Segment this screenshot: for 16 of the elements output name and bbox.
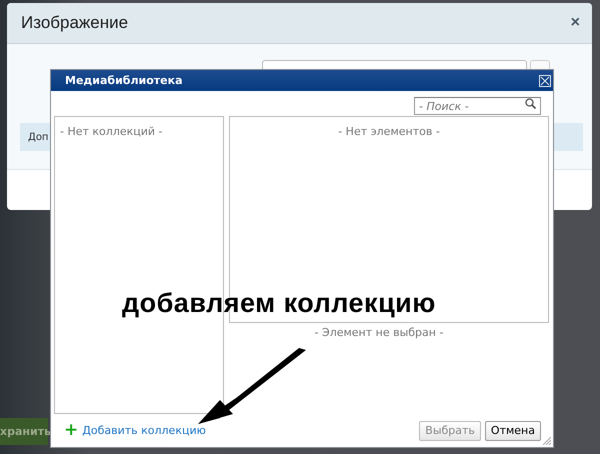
dialog-title: Изображение (21, 13, 128, 33)
add-collection-link[interactable]: + Добавить коллекцию (64, 422, 206, 439)
window-title: Медиабиблиотека (65, 74, 183, 87)
search-field[interactable]: - Поиск - (414, 97, 541, 115)
close-icon[interactable] (539, 74, 551, 86)
selection-message: - Элемент не выбран - (314, 326, 444, 339)
cancel-button[interactable]: Отмена (484, 420, 541, 440)
empty-message: - Нет элементов - (338, 125, 440, 138)
info-text: Доп (28, 132, 48, 142)
save-button[interactable]: хранить (0, 418, 48, 445)
empty-message: - Нет коллекций - (60, 125, 163, 138)
close-button[interactable]: × (570, 14, 580, 32)
search-icon (525, 98, 536, 108)
resize-grip-icon[interactable] (542, 436, 551, 445)
plus-icon: + (64, 422, 78, 439)
annotation-text: добавляем коллекцию (122, 288, 436, 319)
